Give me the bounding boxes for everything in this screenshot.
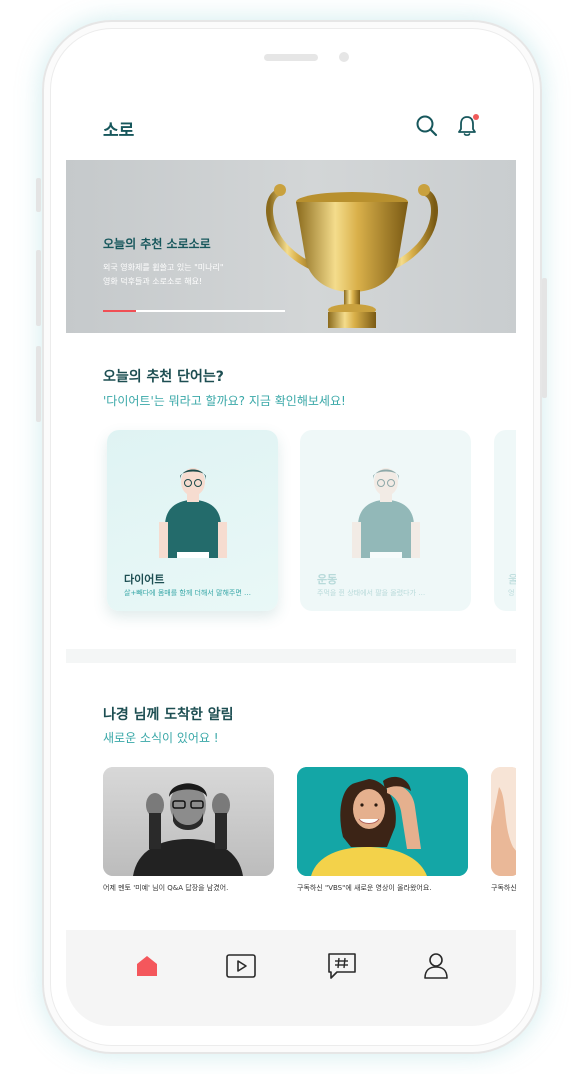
recommend-subtitle: '다이어트'는 뭐라고 할까요? 지금 확인해보세요! xyxy=(103,394,346,408)
notification-button[interactable] xyxy=(454,113,480,139)
card-description: 엉 xyxy=(508,589,515,597)
notice-thumbnail[interactable] xyxy=(491,767,516,876)
person-illustration xyxy=(352,468,420,558)
home-icon xyxy=(137,956,157,976)
banner-desc-line1: 외국 영화제를 휩쓸고 있는 "미나리" xyxy=(103,263,224,272)
side-button-volume-up xyxy=(36,250,41,326)
play-icon xyxy=(226,954,256,978)
phone-speaker xyxy=(264,54,318,61)
card-word: 울 xyxy=(508,573,516,586)
phone-camera xyxy=(339,52,349,62)
word-card[interactable]: 운동 주먹을 쥔 상태에서 팔을 올렸다가 … xyxy=(300,430,471,611)
word-card[interactable]: 다이어트 살+빼다에 몸매를 함께 더해서 말해주면 … xyxy=(107,430,278,611)
word-card[interactable]: 울 엉 xyxy=(494,430,516,611)
banner-description: 외국 영화제를 휩쓸고 있는 "미나리" 영화 덕후들과 소로소로 해요! xyxy=(103,261,224,289)
trophy-image xyxy=(266,184,438,328)
card-description: 살+빼다에 몸매를 함께 더해서 말해주면 … xyxy=(124,589,252,597)
card-word: 운동 xyxy=(317,573,338,586)
recommend-title: 오늘의 추천 단어는? xyxy=(103,369,224,385)
tab-video[interactable] xyxy=(224,949,258,983)
tab-community[interactable] xyxy=(325,949,359,983)
side-button-mute xyxy=(36,178,41,212)
notices-title: 나경 님께 도착한 알림 xyxy=(103,707,234,723)
notice-thumbnail[interactable] xyxy=(297,767,468,876)
banner-desc-line2: 영화 덕후들과 소로소로 해요! xyxy=(103,277,203,286)
banner-title: 오늘의 추천 소로소로 xyxy=(103,237,211,251)
side-button-volume-down xyxy=(36,346,41,422)
notification-dot xyxy=(473,114,479,120)
person-illustration xyxy=(159,468,227,558)
bottom-tab-bar xyxy=(66,930,516,1026)
notices-subtitle: 새로운 소식이 있어요 ! xyxy=(103,731,219,745)
banner-progress-fill xyxy=(103,310,136,312)
banner-progress-track xyxy=(103,310,285,312)
notice-caption: 구독하신 xyxy=(491,884,516,892)
notice-thumbnail[interactable] xyxy=(103,767,274,876)
side-button-power xyxy=(542,278,547,398)
woman-photo xyxy=(297,767,468,876)
peek-photo xyxy=(491,767,516,876)
app-title: 소로 xyxy=(103,121,135,141)
section-divider xyxy=(66,649,516,663)
man-photo xyxy=(103,767,274,876)
tab-profile[interactable] xyxy=(419,949,453,983)
recommend-banner[interactable]: 오늘의 추천 소로소로 외국 영화제를 휩쓸고 있는 "미나리" 영화 덕후들과… xyxy=(66,160,516,333)
person-icon xyxy=(424,953,448,979)
hashtag-chat-icon xyxy=(328,953,356,979)
notice-caption: 구독하신 "VBS"에 새로운 영상이 올라왔어요. xyxy=(297,884,432,892)
card-word: 다이어트 xyxy=(124,573,165,586)
app-screen: 소로 오늘의 추천 소로소로 외국 영화제를 휩쓸고 있는 "미나리" 영화 덕… xyxy=(66,96,516,1026)
search-button[interactable] xyxy=(414,113,440,139)
search-icon xyxy=(416,115,438,137)
tab-home[interactable] xyxy=(130,949,164,983)
notice-caption: 어제 멘토 '미예' 님이 Q&A 답장을 남겼어. xyxy=(103,884,229,892)
card-description: 주먹을 쥔 상태에서 팔을 올렸다가 … xyxy=(317,589,426,597)
